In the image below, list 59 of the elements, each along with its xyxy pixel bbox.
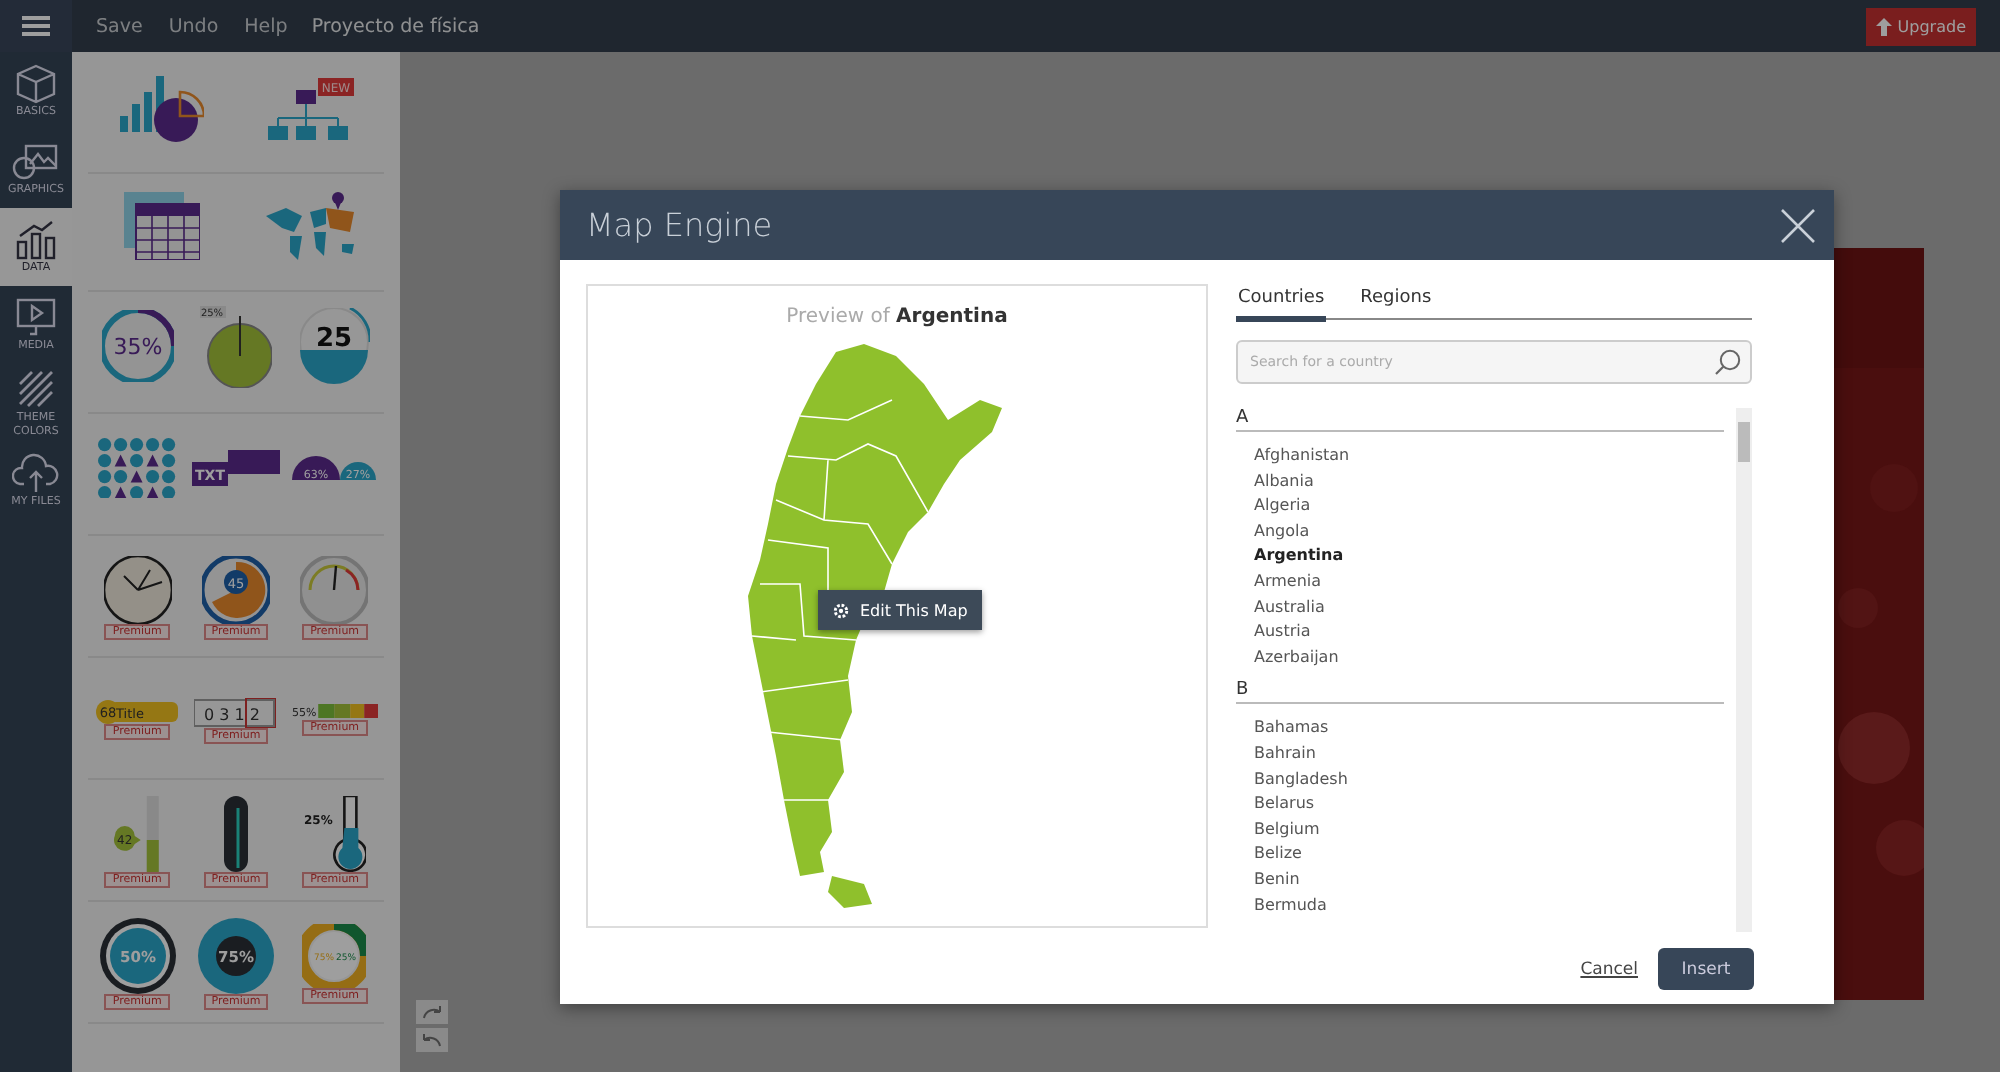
menu-button[interactable] <box>0 0 72 52</box>
country-item[interactable]: Armenia <box>1254 569 1736 596</box>
country-item[interactable]: Algeria <box>1254 494 1736 520</box>
shape-grid-drawing <box>98 437 176 499</box>
country-item[interactable]: Bangladesh <box>1254 767 1736 793</box>
country-item[interactable]: Australia <box>1254 595 1736 621</box>
search-icon <box>1714 348 1742 376</box>
group-heading: B <box>1236 680 1724 705</box>
redo-icon <box>422 1004 442 1020</box>
country-item[interactable]: Belgium <box>1254 817 1736 843</box>
tile-value: 25 <box>315 324 352 354</box>
tile-value: 0 3 1 2 <box>204 705 261 723</box>
project-title: Proyecto de física <box>311 15 480 37</box>
video-icon <box>12 296 60 341</box>
menu-icon <box>22 16 50 36</box>
clock-drawing <box>103 556 172 624</box>
country-item[interactable]: Benin <box>1254 867 1736 893</box>
undo-icon <box>422 1032 442 1048</box>
scrollbar[interactable] <box>1736 408 1752 932</box>
cancel-link[interactable]: Cancel <box>1580 959 1638 979</box>
country-item[interactable]: Afghanistan <box>1254 444 1736 470</box>
cloud-upload-icon <box>12 452 60 497</box>
world-map-drawing <box>266 192 354 260</box>
upgrade-button[interactable]: Upgrade <box>1865 7 1976 45</box>
country-item[interactable]: Belarus <box>1254 792 1736 818</box>
country-item[interactable]: Bermuda <box>1254 893 1736 919</box>
gear-icon <box>832 601 850 619</box>
menu-item[interactable]: Help <box>244 15 288 37</box>
scrollbar-thumb[interactable] <box>1738 422 1750 462</box>
edit-map-button[interactable]: Edit This Map <box>818 590 982 630</box>
up-arrow-icon <box>1875 17 1892 35</box>
insert-button[interactable]: Insert <box>1658 948 1754 990</box>
table-drawing <box>124 192 200 260</box>
country-item[interactable]: Azerbaijan <box>1254 645 1736 671</box>
country-item[interactable]: Belize <box>1254 842 1736 868</box>
country-item[interactable]: Bahamas <box>1254 716 1736 742</box>
group-heading: A <box>1236 408 1724 432</box>
tab[interactable]: Regions <box>1358 284 1434 322</box>
speedometer-drawing <box>300 556 369 624</box>
bar-pie-drawing <box>120 75 204 141</box>
preview-caption: Preview of Argentina <box>786 306 1008 328</box>
close-button[interactable] <box>1778 205 1818 245</box>
undo-button[interactable] <box>416 1028 448 1052</box>
close-icon <box>1780 207 1816 243</box>
menu-item[interactable]: Undo <box>168 15 219 37</box>
country-item[interactable]: Albania <box>1254 469 1736 495</box>
country-item[interactable]: Argentina <box>1254 544 1736 570</box>
tube-drawing <box>223 796 248 872</box>
dialog-title: Map Engine <box>586 206 773 244</box>
country-item[interactable]: Austria <box>1254 620 1736 646</box>
chart-icon <box>12 218 60 263</box>
country-item[interactable]: Bahrain <box>1254 741 1736 768</box>
tab[interactable]: Countries <box>1236 284 1327 322</box>
cube-icon <box>12 62 60 107</box>
country-item[interactable]: Angola <box>1254 519 1736 545</box>
redo-button[interactable] <box>416 1000 448 1024</box>
menu-item[interactable]: Save <box>96 15 143 37</box>
tile-value: 35% <box>112 334 162 360</box>
image-icon <box>12 140 60 185</box>
